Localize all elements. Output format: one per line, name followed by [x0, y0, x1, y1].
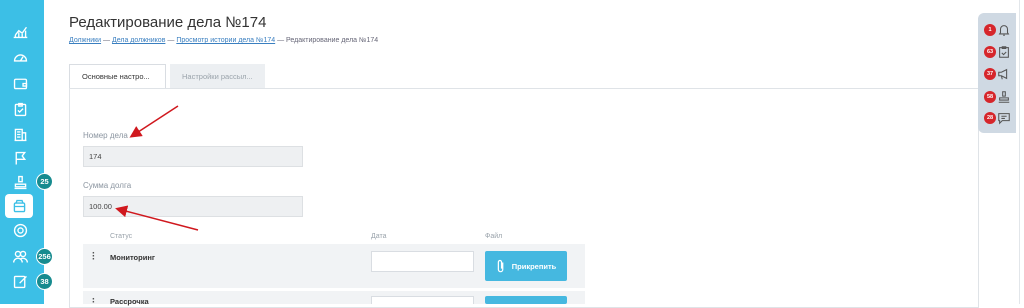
- debt-amount-label: Сумма долга: [83, 181, 132, 190]
- date-column-header: Дата: [371, 233, 387, 240]
- breadcrumb-current: — Редактирование дела №174: [275, 37, 379, 44]
- notification-badge: 63: [984, 46, 996, 58]
- date-input[interactable]: [371, 251, 474, 272]
- clipboard-icon[interactable]: [7, 98, 33, 120]
- tab-main-settings[interactable]: Основные настро...: [69, 64, 166, 88]
- notification-badge: 28: [984, 112, 996, 124]
- clipboard-check-icon[interactable]: [997, 45, 1011, 59]
- users-icon[interactable]: [7, 245, 33, 267]
- megaphone-icon[interactable]: [997, 67, 1011, 81]
- sidebar-badge: 256: [36, 248, 53, 265]
- comment-icon[interactable]: [997, 111, 1011, 125]
- breadcrumb-separator: —: [165, 37, 177, 44]
- coin-icon[interactable]: [7, 219, 33, 241]
- chart-icon[interactable]: [7, 20, 33, 42]
- case-number-label: Номер дела: [83, 131, 128, 140]
- flag-icon[interactable]: [7, 147, 33, 169]
- box-icon[interactable]: [5, 194, 33, 218]
- paperclip-icon: [497, 259, 504, 273]
- row-menu-icon[interactable]: · · ·: [92, 249, 96, 265]
- edit-icon[interactable]: [7, 270, 33, 292]
- debt-amount-field[interactable]: 100.00: [83, 196, 303, 217]
- breadcrumb-link-debtors[interactable]: Должники: [69, 37, 101, 44]
- breadcrumb: Должники — Дела должников — Просмотр ист…: [69, 37, 378, 44]
- stamp-icon[interactable]: [997, 90, 1011, 104]
- sidebar-badge: 38: [36, 273, 53, 290]
- row-menu-icon[interactable]: · ·: [92, 295, 96, 308]
- notification-badge: 58: [984, 91, 996, 103]
- status-column-header: Статус: [110, 233, 133, 240]
- breadcrumb-link-case-history[interactable]: Просмотр истории дела №174: [176, 37, 275, 44]
- case-number-field[interactable]: 174: [83, 146, 303, 167]
- status-cell: Мониторинг: [110, 253, 155, 262]
- tab-mailing-settings[interactable]: Настройки рассыл...: [170, 64, 265, 88]
- breadcrumb-separator: —: [101, 37, 112, 44]
- date-input[interactable]: [371, 296, 474, 304]
- gauge-icon[interactable]: [7, 46, 33, 68]
- notification-badge: 1: [984, 24, 996, 36]
- breadcrumb-link-debtor-cases[interactable]: Дела должников: [112, 37, 165, 44]
- sidebar-badge: 25: [36, 173, 53, 190]
- status-cell: Рассрочка: [110, 297, 149, 306]
- wallet-icon[interactable]: [7, 72, 33, 94]
- building-icon[interactable]: [7, 123, 33, 145]
- page-title: Редактирование дела №174: [69, 14, 267, 31]
- notification-badge: 37: [984, 68, 996, 80]
- file-column-header: Файл: [485, 233, 503, 240]
- attach-button[interactable]: Прикрепить: [485, 251, 567, 281]
- attach-button[interactable]: [485, 296, 567, 304]
- stamp-icon[interactable]: [7, 171, 33, 193]
- attach-button-label: Прикрепить: [511, 261, 557, 271]
- scrollbar[interactable]: [1019, 0, 1020, 304]
- bell-icon[interactable]: [997, 23, 1011, 37]
